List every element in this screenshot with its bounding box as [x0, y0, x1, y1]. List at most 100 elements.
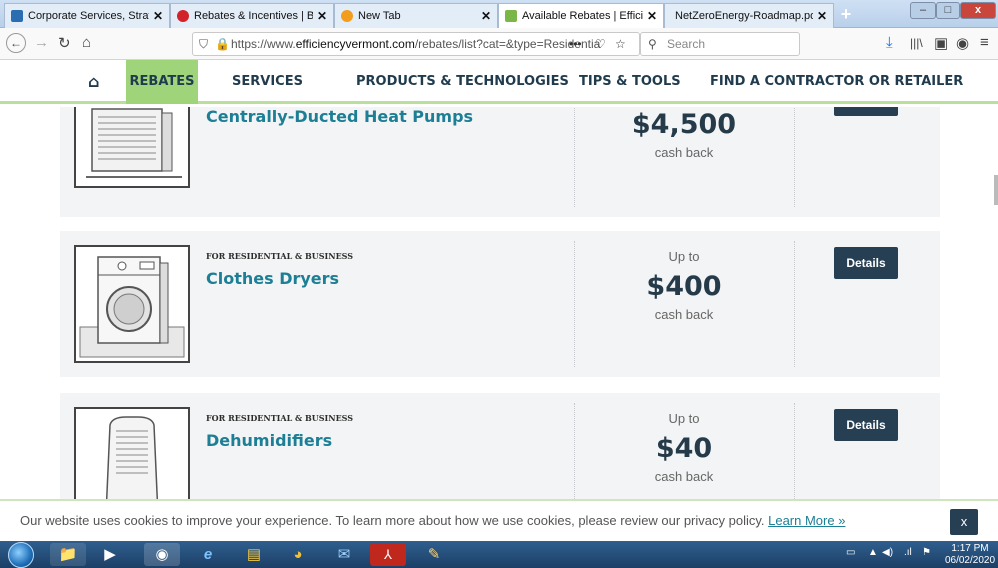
details-button[interactable] — [834, 107, 898, 116]
clothes-dryer-image — [74, 245, 190, 363]
search-placeholder: Search — [667, 37, 706, 51]
internet-explorer-icon[interactable]: e — [190, 543, 226, 566]
close-tab-icon[interactable]: ✕ — [647, 9, 657, 23]
url-text: https://www.efficiencyvermont.com/rebate… — [231, 33, 600, 55]
rebate-prefix: Up to — [668, 411, 700, 426]
clothes-dryer-illustration — [79, 256, 185, 358]
volume-icon[interactable]: ◀) — [882, 547, 893, 558]
rebate-list: Centrally-Ducted Heat Pumps $4,500 cash … — [0, 107, 998, 499]
start-button[interactable] — [8, 542, 34, 568]
network-icon[interactable]: ▭ — [846, 547, 855, 558]
close-window-button[interactable]: x — [960, 2, 996, 19]
flag-icon[interactable]: ⚑ — [922, 547, 931, 558]
browser-tab-active[interactable]: Available Rebates | Efficiency V ✕ — [498, 3, 664, 28]
nav-find-contractor[interactable]: FIND A CONTRACTOR OR RETAILER — [710, 60, 963, 104]
browser-tab[interactable]: Corporate Services, Strategy, R ✕ — [4, 3, 170, 28]
product-title[interactable]: Centrally-Ducted Heat Pumps — [206, 107, 473, 126]
home-icon[interactable]: ⌂ — [82, 34, 91, 51]
library-icon[interactable]: |||\ — [910, 36, 923, 50]
close-tab-icon[interactable]: ✕ — [817, 9, 827, 23]
tab-favicon-icon — [11, 10, 23, 22]
close-tab-icon[interactable]: ✕ — [317, 9, 327, 23]
forward-arrow-icon[interactable]: → — [34, 34, 49, 51]
nav-tips-tools[interactable]: TIPS & TOOLS — [579, 60, 681, 104]
tab-title: Rebates & Incentives | Burlingt — [194, 10, 313, 22]
url-prefix: https://www. — [231, 37, 296, 51]
rebate-amount: $400 — [646, 271, 722, 302]
rebate-prefix: Up to — [668, 249, 700, 264]
clock-time: 1:17 PM — [951, 543, 989, 554]
shield-icon: ⛉ — [199, 37, 209, 51]
dehumidifier-image — [74, 407, 190, 499]
acrobat-icon[interactable]: ⅄ — [370, 543, 406, 566]
divider — [794, 107, 795, 207]
product-eyebrow: FOR RESIDENTIAL & BUSINESS — [206, 413, 354, 423]
details-button[interactable]: Details — [834, 409, 898, 441]
paint-icon[interactable]: ✎ — [416, 543, 452, 566]
nav-products-technologies[interactable]: PRODUCTS & TECHNOLOGIES — [356, 60, 569, 104]
download-icon[interactable]: ⤓ — [886, 34, 893, 51]
rebate-amount: $4,500 — [631, 109, 737, 140]
tab-title: Corporate Services, Strategy, R — [28, 10, 149, 22]
divider — [794, 403, 795, 499]
tab-favicon-icon — [341, 10, 353, 22]
signal-icon[interactable]: .ıl — [904, 547, 912, 558]
url-bar[interactable]: ⛉ 🔒 https://www.efficiencyvermont.com/re… — [192, 32, 640, 56]
tab-favicon-icon — [505, 10, 517, 22]
file-explorer-icon[interactable]: 📁 — [50, 543, 86, 566]
cookie-banner: Our website uses cookies to improve your… — [0, 499, 998, 541]
rebate-card: FOR RESIDENTIAL & BUSINESS Dehumidifiers… — [60, 393, 940, 499]
learn-more-link[interactable]: Learn More » — [768, 513, 845, 528]
heat-pump-image — [74, 107, 190, 188]
system-clock[interactable]: 1:17 PM 06/02/2020 — [944, 543, 996, 567]
new-tab-button[interactable]: + — [836, 4, 856, 24]
search-input[interactable]: ⚲ Search — [640, 32, 800, 56]
clock-date: 06/02/2020 — [944, 555, 996, 566]
account-icon[interactable]: ◉ — [956, 34, 969, 52]
rebate-amount: $40 — [655, 433, 713, 464]
media-player-icon[interactable]: ▶ — [92, 543, 128, 566]
tab-favicon-icon — [177, 10, 189, 22]
bookmark-star-icon[interactable]: ☆ — [615, 33, 626, 55]
rebate-card: Centrally-Ducted Heat Pumps $4,500 cash … — [60, 107, 940, 217]
product-title[interactable]: Clothes Dryers — [206, 269, 339, 288]
minimize-button[interactable]: – — [910, 2, 936, 19]
windows-taskbar: 📁 ▶ ◉ e ▤ ◕ ✉ ⅄ ✎ ▭ ▲ ◀) .ıl ⚑ 1:17 PM 0… — [0, 541, 998, 568]
maximize-button[interactable]: □ — [936, 2, 960, 19]
close-tab-icon[interactable]: ✕ — [153, 9, 163, 23]
site-navigation: ⌂ REBATES SERVICES PRODUCTS & TECHNOLOGI… — [0, 60, 998, 104]
browser-tab[interactable]: New Tab ✕ — [334, 3, 498, 28]
outlook-icon[interactable]: ✉ — [326, 543, 362, 566]
firefox-icon[interactable]: ◉ — [144, 543, 180, 566]
notes-icon[interactable]: ▤ — [236, 543, 272, 566]
chrome-icon[interactable]: ◕ — [280, 543, 316, 566]
nav-rebates[interactable]: REBATES — [126, 60, 198, 104]
close-tab-icon[interactable]: ✕ — [481, 9, 491, 23]
tab-title: Available Rebates | Efficiency V — [522, 10, 643, 22]
page-actions-button[interactable]: ••• — [569, 33, 582, 55]
heat-pump-illustration — [86, 108, 182, 178]
sidebar-icon[interactable]: ▣ — [934, 34, 948, 52]
dehumidifier-illustration — [105, 416, 159, 499]
product-title[interactable]: Dehumidifiers — [206, 431, 332, 450]
tab-title: NetZeroEnergy-Roadmap.pdf — [675, 10, 813, 22]
pocket-icon[interactable]: ♡ — [595, 33, 606, 55]
home-icon[interactable]: ⌂ — [88, 60, 99, 104]
back-arrow-icon[interactable]: ← — [6, 33, 26, 53]
browser-nav-bar: ← → ↻ ⌂ ⛉ 🔒 https://www.efficiencyvermon… — [0, 28, 998, 60]
menu-icon[interactable]: ≡ — [980, 34, 989, 51]
tab-title: New Tab — [358, 10, 401, 22]
cookie-close-button[interactable]: x — [950, 509, 978, 535]
cookie-message: Our website uses cookies to improve your… — [20, 513, 769, 528]
lock-icon: 🔒 — [215, 37, 230, 51]
details-button[interactable]: Details — [834, 247, 898, 279]
scrollbar-thumb[interactable] — [994, 175, 998, 205]
rebate-unit: cash back — [654, 307, 714, 322]
reload-icon[interactable]: ↻ — [58, 34, 71, 52]
browser-tab[interactable]: NetZeroEnergy-Roadmap.pdf ✕ — [664, 3, 834, 28]
show-hidden-icons-icon[interactable]: ▲ — [868, 547, 878, 558]
rebate-unit: cash back — [654, 469, 714, 484]
browser-tab[interactable]: Rebates & Incentives | Burlingt ✕ — [170, 3, 334, 28]
nav-services[interactable]: SERVICES — [232, 60, 303, 104]
search-icon: ⚲ — [648, 37, 657, 51]
